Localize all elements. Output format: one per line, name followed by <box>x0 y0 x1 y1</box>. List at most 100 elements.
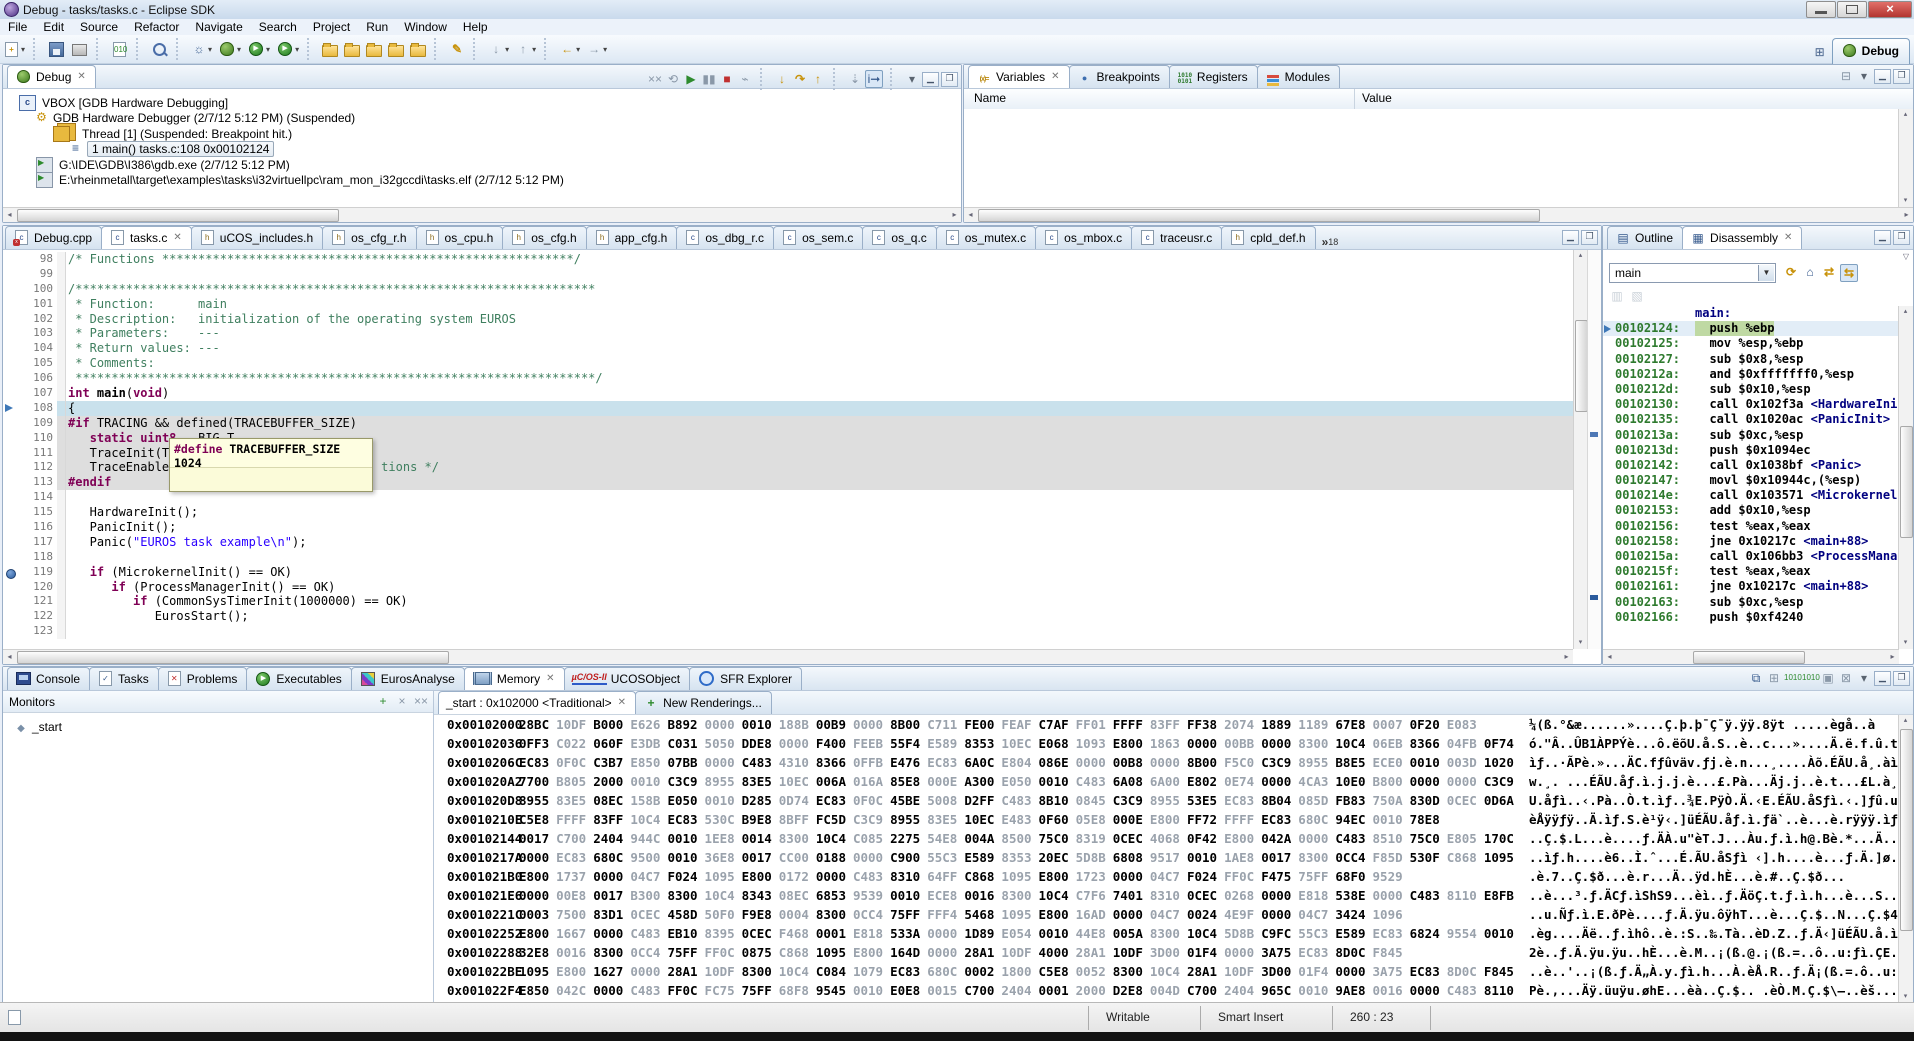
dropdown-icon[interactable]: ▾ <box>505 45 509 54</box>
debug-tree-item[interactable]: Thread [1] (Suspended: Breakpoint hit.) <box>3 126 961 142</box>
editor-annotation-margin[interactable] <box>3 386 17 401</box>
editor-annotation-margin[interactable] <box>3 446 17 461</box>
sync-selection-icon[interactable] <box>1821 264 1837 280</box>
editor-tab-os_sem.c[interactable]: os_sem.c <box>773 226 863 249</box>
editor-annotation-margin[interactable] <box>3 282 17 297</box>
external-tools-icon[interactable] <box>278 42 292 56</box>
tab-variables[interactable]: Variables✕ <box>968 65 1070 88</box>
menu-edit[interactable]: Edit <box>35 20 72 34</box>
disassembly-row[interactable]: 00102124: push %ebp <box>1603 321 1899 336</box>
build-wand-button[interactable] <box>408 40 428 58</box>
memory-hex-grid[interactable]: 0x0010200028BC10DFB000E626B8920000001018… <box>434 715 1899 1003</box>
disassembly-row[interactable]: 0010213d: push $0x1094ec <box>1603 443 1899 458</box>
memory-row[interactable]: 0x001022F4E850042C0000C483FF0CFC7575FF68… <box>434 981 1899 1000</box>
sync-active-icon[interactable] <box>1840 264 1858 282</box>
folding-margin[interactable] <box>57 297 66 312</box>
disassembly-hscrollbar[interactable]: ◂▸ <box>1603 649 1899 664</box>
folding-margin[interactable] <box>57 401 66 416</box>
close-icon[interactable]: ✕ <box>618 697 626 708</box>
maximize-view-icon[interactable]: ❐ <box>1893 69 1910 84</box>
memory-row[interactable]: 0x001020D8895583E508EC158BE0500010D2850D… <box>434 791 1899 810</box>
memory-row[interactable]: 0x001021440017C7002404944C00101EE8001483… <box>434 829 1899 848</box>
folding-margin[interactable] <box>57 341 66 356</box>
minimize-view-icon[interactable]: ▁ <box>1874 671 1891 686</box>
editor-annotation-margin[interactable] <box>3 460 17 475</box>
editor-hscrollbar[interactable]: ◂▸ <box>3 649 1573 664</box>
close-icon[interactable]: ✕ <box>173 232 181 243</box>
memory-row[interactable]: 0x001021B0E8001737000004C7F0241095E80001… <box>434 867 1899 886</box>
tab-registers[interactable]: Registers <box>1169 65 1258 88</box>
menu-project[interactable]: Project <box>305 20 358 34</box>
menu-help[interactable]: Help <box>455 20 496 34</box>
debug-tree-item[interactable]: VBOX [GDB Hardware Debugging] <box>3 95 961 111</box>
tab-debug[interactable]: Debug ✕ <box>7 65 96 88</box>
dropdown-icon[interactable]: ▾ <box>295 45 299 54</box>
breakpoint-icon[interactable] <box>6 569 16 579</box>
editor-tab-os_mutex.c[interactable]: os_mutex.c <box>936 226 1036 249</box>
editor-annotation-margin[interactable] <box>3 297 17 312</box>
mark-occurrences-button[interactable] <box>447 40 467 58</box>
editor-tab-tasks.c[interactable]: tasks.c✕ <box>101 226 192 249</box>
maximize-view-icon[interactable]: ❐ <box>1893 671 1910 686</box>
editor-annotation-margin[interactable] <box>3 624 17 639</box>
debug-hscrollbar[interactable]: ◂▸ <box>3 207 961 222</box>
memory-row[interactable]: 0x001021E6000000E80017B300830010C4834308… <box>434 886 1899 905</box>
step-over-icon[interactable] <box>792 71 808 87</box>
disassembly-row[interactable]: 0010214e: call 0x103571 <Microkernel <box>1603 488 1899 503</box>
folding-margin[interactable] <box>57 594 66 609</box>
disassembly-row[interactable]: 00102153: add $0x10,%esp <box>1603 503 1899 518</box>
folding-margin[interactable] <box>57 505 66 520</box>
minimize-window-button[interactable] <box>1806 1 1836 18</box>
remove-all-monitors-icon[interactable] <box>413 693 429 709</box>
memory-vscrollbar[interactable]: ▴▾ <box>1898 715 1913 1003</box>
folding-margin[interactable] <box>57 431 66 446</box>
external-tools-button[interactable]: ▾ <box>274 39 301 59</box>
back-history-button[interactable]: ▾ <box>557 40 582 58</box>
editor-annotation-margin[interactable] <box>3 267 17 282</box>
terminate-icon[interactable] <box>719 71 735 87</box>
memory-row[interactable]: 0x0010217A0000EC83680C9500001036E80017CC… <box>434 848 1899 867</box>
next-annotation-button[interactable]: ▾ <box>486 40 511 58</box>
editor-tab-traceusr.c[interactable]: traceusr.c <box>1131 226 1222 249</box>
folding-margin[interactable] <box>57 580 66 595</box>
disassembly-row[interactable]: 0010212d: sub $0x10,%esp <box>1603 382 1899 397</box>
disassembly-row[interactable]: 00102125: mov %esp,%ebp <box>1603 336 1899 351</box>
rendering-tab[interactable]: New Renderings... <box>635 691 772 714</box>
disassembly-row[interactable]: 00102127: sub $0x8,%esp <box>1603 352 1899 367</box>
editor-tab-Debug.cpp[interactable]: xDebug.cpp <box>5 226 102 249</box>
editor-tab-os_cpu.h[interactable]: os_cpu.h <box>416 226 504 249</box>
minimize-view-icon[interactable]: ▁ <box>1874 230 1891 245</box>
disassembly-row[interactable]: 0010215a: call 0x106bb3 <ProcessMana <box>1603 549 1899 564</box>
close-icon[interactable]: ✕ <box>1051 71 1059 82</box>
step-into-icon[interactable] <box>774 71 790 87</box>
maximize-window-button[interactable] <box>1837 1 1867 18</box>
back-history-icon[interactable] <box>559 41 575 57</box>
print-button[interactable] <box>69 40 90 58</box>
debug-tree-item[interactable]: G:\IDE\GDB\I386\gdb.exe (2/7/12 5:12 PM) <box>3 157 961 173</box>
editor-annotation-margin[interactable] <box>3 490 17 505</box>
open-project-3-icon[interactable] <box>366 45 382 57</box>
menu-navigate[interactable]: Navigate <box>187 20 250 34</box>
folding-margin[interactable] <box>57 550 66 565</box>
maximize-editor-icon[interactable]: ❐ <box>1581 230 1598 245</box>
editor-tab-app_cfg.h[interactable]: app_cfg.h <box>586 226 678 249</box>
pin-memory-icon[interactable] <box>1766 670 1782 686</box>
mark-occurrences-icon[interactable] <box>449 41 465 57</box>
search-icon[interactable] <box>153 43 166 56</box>
step-return-icon[interactable] <box>810 71 826 87</box>
view-menu-icon[interactable] <box>1856 68 1872 84</box>
disassembly-row[interactable]: 00102163: sub $0xc,%esp <box>1603 595 1899 610</box>
open-project-2-button[interactable] <box>342 40 362 58</box>
tab-eurosanalyse[interactable]: EurosAnalyse <box>351 667 465 690</box>
save-button[interactable] <box>46 40 67 59</box>
binary-display-icon[interactable] <box>113 42 126 57</box>
debug-button[interactable]: ▾ <box>216 39 243 59</box>
editor-annotation-margin[interactable] <box>3 312 17 327</box>
debug-tree-item[interactable]: E:\rheinmetall\target\examples\tasks\i32… <box>3 173 961 189</box>
editor-annotation-margin[interactable] <box>3 341 17 356</box>
disassembly-listing[interactable]: main:00102124: push %ebp00102125: mov %e… <box>1603 306 1899 649</box>
edit-watchpoint-icon[interactable] <box>1629 288 1645 304</box>
folding-margin[interactable] <box>57 565 66 580</box>
dropdown-icon[interactable]: ▾ <box>237 45 241 54</box>
close-icon[interactable]: ✕ <box>546 673 554 684</box>
